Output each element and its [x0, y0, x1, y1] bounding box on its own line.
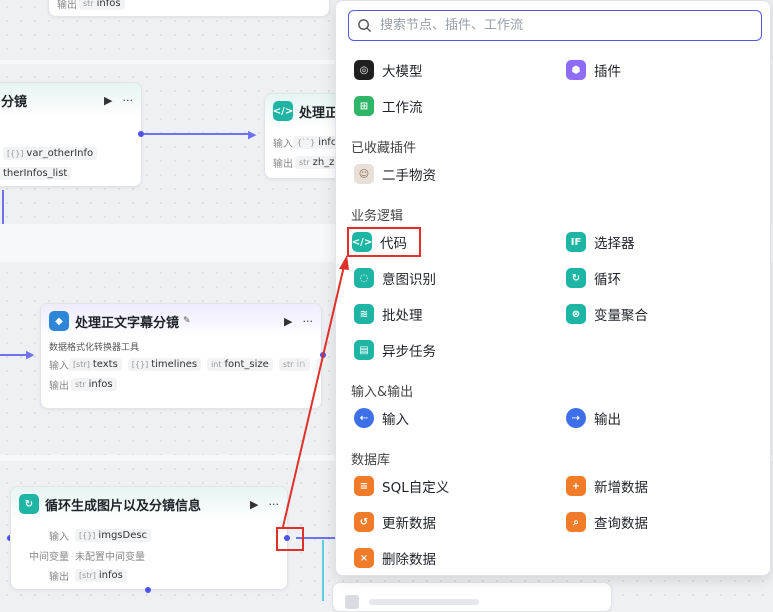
annotation-arrow: [282, 255, 349, 528]
